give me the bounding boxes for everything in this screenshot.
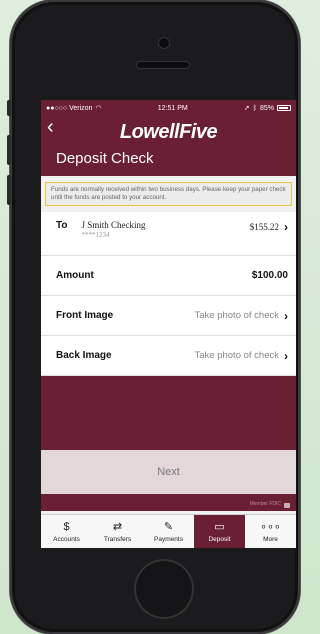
chevron-right-icon: ›: [284, 348, 288, 363]
tab-accounts[interactable]: $ Accounts: [41, 515, 92, 548]
to-label: To: [56, 220, 68, 231]
to-account-row[interactable]: To J Smith Checking ****1234 $155.22 ›: [41, 212, 296, 256]
volume-up-button: [7, 135, 11, 165]
battery-percent: 85%: [259, 104, 274, 112]
camera-icon: [159, 38, 169, 48]
amount-value: $100.00: [251, 270, 288, 281]
lock-icon: [284, 502, 290, 508]
content-spacer: [41, 376, 296, 450]
amount-row[interactable]: Amount $100.00: [41, 256, 296, 296]
front-image-row[interactable]: Front Image Take photo of check ›: [41, 296, 296, 336]
bluetooth-icon: ᛒ: [252, 104, 257, 112]
more-icon: ∘∘∘: [260, 520, 281, 533]
status-time: 12:51 PM: [157, 104, 188, 112]
front-image-hint: Take photo of check: [194, 310, 280, 321]
chevron-right-icon: ›: [284, 220, 288, 234]
back-image-row[interactable]: Back Image Take photo of check ›: [41, 336, 296, 376]
app-screen: ●●○○○ Verizon ◠ 12:51 PM ➚ ᛒ 85% ‹ Lowel…: [41, 100, 296, 548]
next-area: Next: [41, 450, 296, 497]
front-image-label: Front Image: [56, 310, 114, 321]
mute-switch: [7, 100, 11, 116]
home-button[interactable]: [134, 559, 194, 619]
transfer-icon: ⇄: [112, 520, 123, 533]
speaker-grill: [137, 62, 189, 68]
payments-icon: ✎: [163, 520, 174, 533]
dollar-icon: $: [63, 520, 70, 533]
deposit-icon: ▭: [214, 520, 225, 533]
tab-payments[interactable]: ✎ Payments: [143, 515, 194, 548]
tab-bar: $ Accounts ⇄ Transfers ✎ Payments ▭ Depo…: [41, 514, 296, 548]
tab-deposit[interactable]: ▭ Deposit: [194, 515, 245, 548]
volume-down-button: [7, 175, 11, 205]
deposit-notice: Funds are normally received within two b…: [45, 182, 292, 206]
battery-icon: [276, 105, 291, 111]
location-icon: ➚: [243, 105, 250, 112]
tab-more[interactable]: ∘∘∘ More: [245, 515, 296, 548]
member-fdic-label: Member FDIC: [249, 501, 281, 507]
amount-label: Amount: [56, 270, 94, 281]
status-bar: ●●○○○ Verizon ◠ 12:51 PM ➚ ᛒ 85%: [41, 100, 296, 116]
tab-transfers[interactable]: ⇄ Transfers: [92, 515, 143, 548]
next-button[interactable]: Next: [41, 450, 296, 494]
phone-frame: ●●○○○ Verizon ◠ 12:51 PM ➚ ᛒ 85% ‹ Lowel…: [7, 0, 300, 634]
app-header: ‹ LowellFive Deposit Check: [41, 116, 296, 176]
back-image-hint: Take photo of check: [194, 350, 280, 361]
wifi-icon: ◠: [95, 105, 102, 112]
brand-logo: LowellFive: [119, 121, 218, 143]
account-info: J Smith Checking ****1234: [81, 220, 145, 239]
carrier-label: ●●○○○ Verizon: [46, 104, 93, 112]
back-image-label: Back Image: [56, 350, 112, 361]
account-balance: $155.22: [249, 222, 279, 232]
account-number: ****1234: [81, 231, 110, 239]
account-name: J Smith Checking: [81, 220, 146, 230]
page-title: Deposit Check: [56, 150, 154, 167]
chevron-right-icon: ›: [284, 308, 288, 323]
member-fdic: Member FDIC: [41, 497, 296, 511]
